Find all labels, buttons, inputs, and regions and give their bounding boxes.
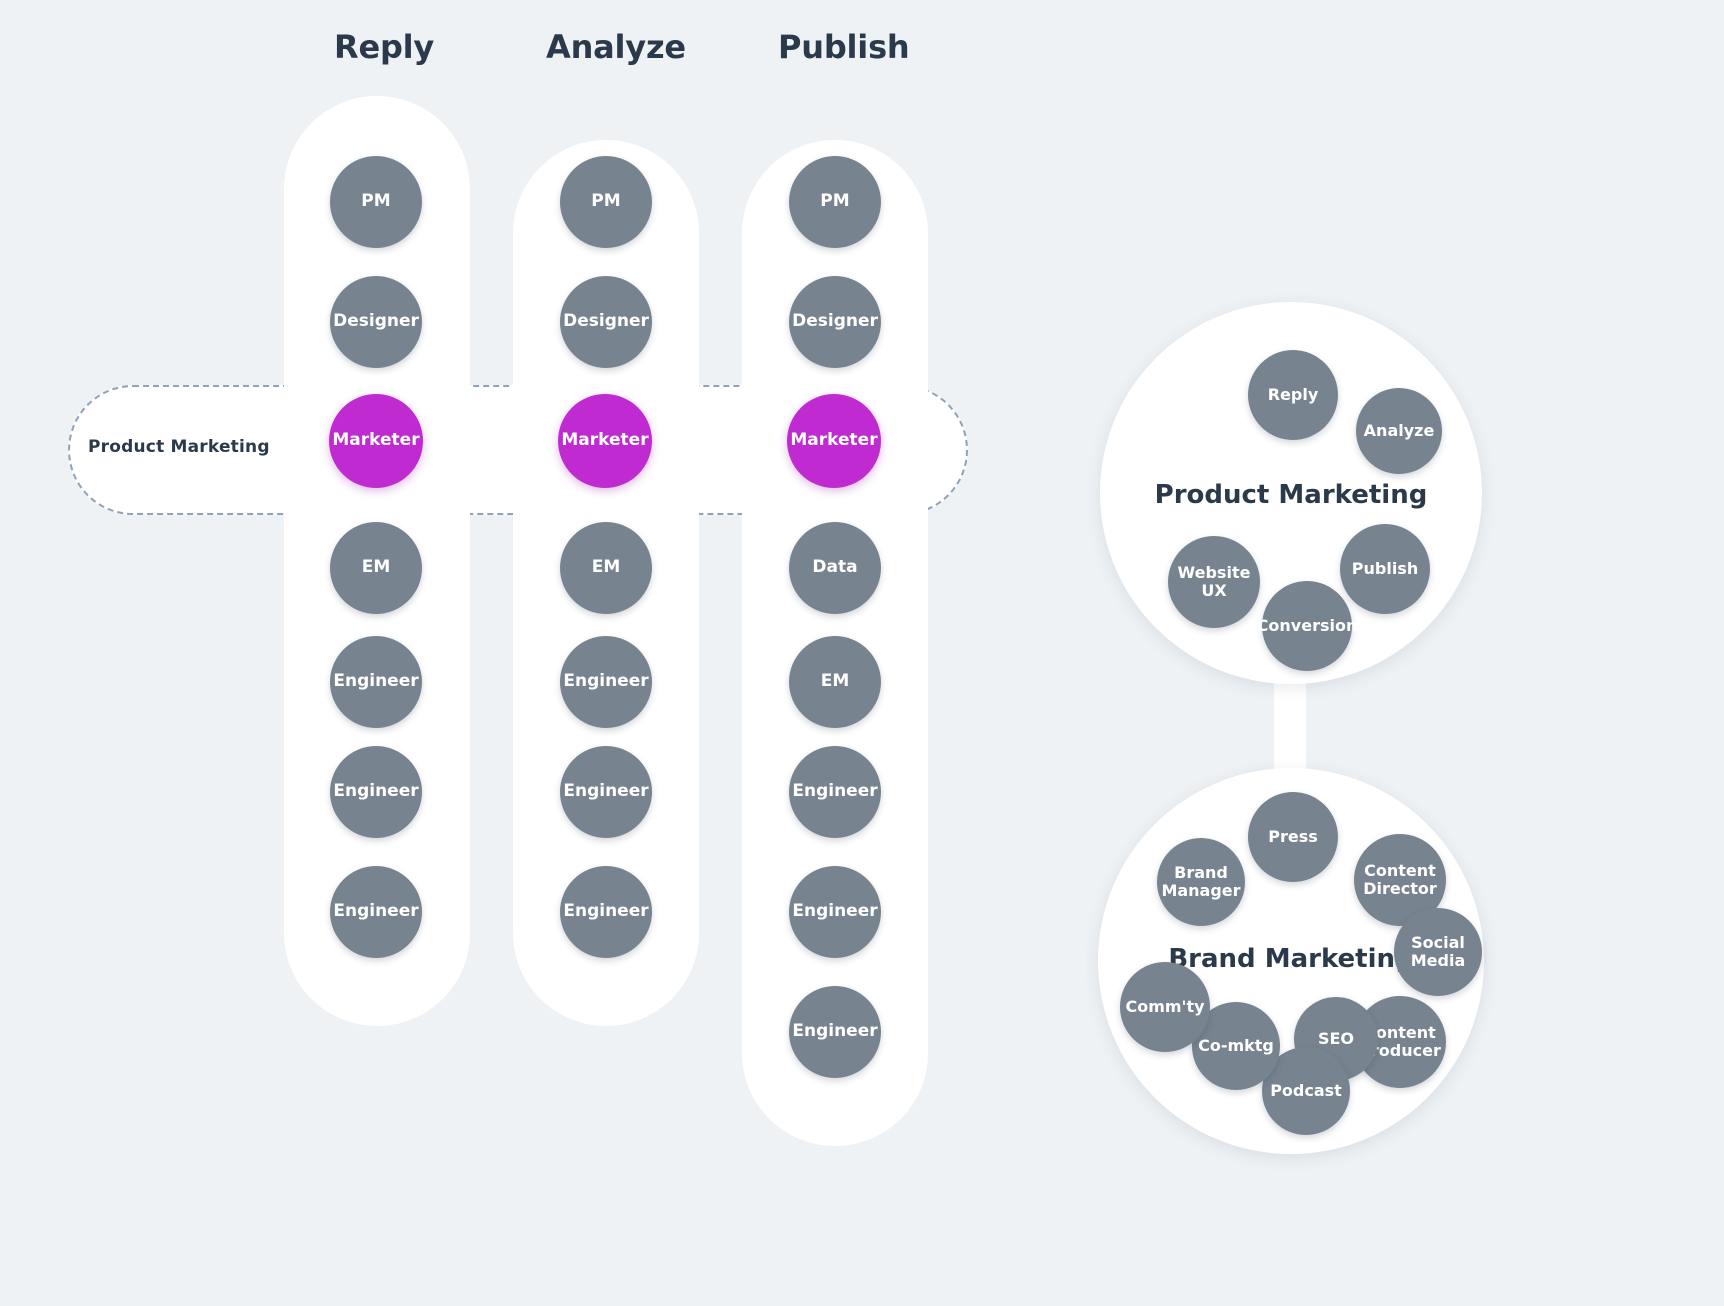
node-publish-marketer[interactable]: Marketer — [787, 394, 881, 488]
column-title-analyze: Analyze — [546, 28, 686, 66]
node-pm-website-ux[interactable]: Website UX — [1168, 536, 1260, 628]
cluster-brand-marketing-label: Brand Marketing — [1168, 944, 1414, 974]
node-reply-pm[interactable]: PM — [330, 156, 422, 248]
node-analyze-em[interactable]: EM — [560, 522, 652, 614]
node-pm-publish[interactable]: Publish — [1340, 524, 1430, 614]
node-analyze-engineer-1[interactable]: Engineer — [560, 636, 652, 728]
node-reply-engineer-1[interactable]: Engineer — [330, 636, 422, 728]
node-analyze-engineer-2[interactable]: Engineer — [560, 746, 652, 838]
node-analyze-pm[interactable]: PM — [560, 156, 652, 248]
node-bm-community[interactable]: Comm'ty — [1120, 962, 1210, 1052]
node-publish-em[interactable]: EM — [789, 636, 881, 728]
cluster-product-marketing-label: Product Marketing — [1154, 480, 1428, 510]
node-pm-reply[interactable]: Reply — [1248, 350, 1338, 440]
node-bm-social-media[interactable]: Social Media — [1394, 908, 1482, 996]
node-bm-press[interactable]: Press — [1248, 792, 1338, 882]
node-analyze-engineer-3[interactable]: Engineer — [560, 866, 652, 958]
node-publish-designer[interactable]: Designer — [789, 276, 881, 368]
column-title-publish: Publish — [778, 28, 910, 66]
node-bm-brand-manager[interactable]: Brand Manager — [1157, 838, 1245, 926]
node-publish-pm[interactable]: PM — [789, 156, 881, 248]
diagram-canvas: Product Marketing Reply PM Designer Mark… — [0, 0, 1724, 1306]
node-pm-analyze[interactable]: Analyze — [1356, 388, 1442, 474]
product-marketing-band-label: Product Marketing — [88, 437, 270, 457]
node-publish-engineer-1[interactable]: Engineer — [789, 746, 881, 838]
node-reply-marketer[interactable]: Marketer — [329, 394, 423, 488]
node-publish-data[interactable]: Data — [789, 522, 881, 614]
column-title-reply: Reply — [334, 28, 435, 66]
node-publish-engineer-2[interactable]: Engineer — [789, 866, 881, 958]
node-reply-engineer-2[interactable]: Engineer — [330, 746, 422, 838]
node-reply-engineer-3[interactable]: Engineer — [330, 866, 422, 958]
node-pm-conversion[interactable]: Conversion — [1257, 581, 1357, 671]
node-publish-engineer-3[interactable]: Engineer — [789, 986, 881, 1078]
node-reply-em[interactable]: EM — [330, 522, 422, 614]
node-reply-designer[interactable]: Designer — [330, 276, 422, 368]
node-analyze-marketer[interactable]: Marketer — [558, 394, 652, 488]
node-analyze-designer[interactable]: Designer — [560, 276, 652, 368]
